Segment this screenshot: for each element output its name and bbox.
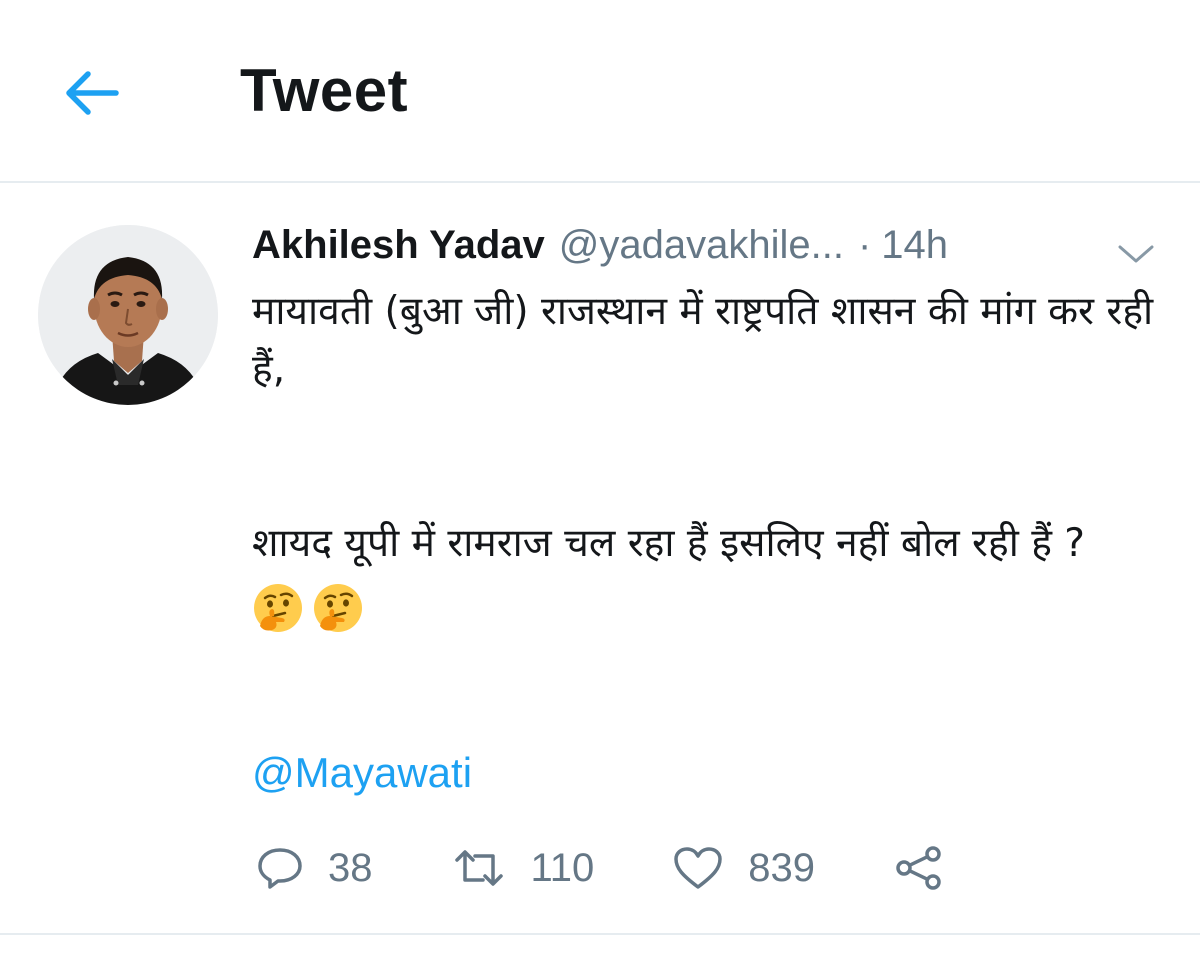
tweet-text-paragraph-2: शायद यूपी में रामराज चल रहा हैं इसलिए नह… <box>252 521 1086 566</box>
profile-photo <box>38 225 218 405</box>
tweet-header: Akhilesh Yadav @yadavakhile... · 14h <box>252 223 948 273</box>
tweet-actions: 38 110 839 <box>256 838 1023 898</box>
retweet-button[interactable]: 110 <box>451 845 595 891</box>
heart-icon <box>674 847 723 889</box>
tweet-text-paragraph-1: मायावती (बुआ जी) राजस्थान में राष्ट्रपति… <box>252 289 1154 392</box>
reply-icon <box>258 848 302 889</box>
tweet-timestamp[interactable]: 14h <box>881 223 948 268</box>
author-handle[interactable]: @yadavakhile... <box>559 223 844 268</box>
like-count: 839 <box>748 845 816 890</box>
arrow-left-icon <box>66 71 119 115</box>
reply-button[interactable]: 38 <box>256 846 373 891</box>
emoji-row <box>252 579 1162 637</box>
retweet-count: 110 <box>530 845 595 890</box>
app-header: Tweet <box>0 0 1200 183</box>
back-button[interactable] <box>56 58 126 128</box>
share-icon <box>896 846 941 890</box>
tweet-menu-button[interactable] <box>1116 239 1156 269</box>
separator-dot: · <box>857 223 872 267</box>
thinking-face-emoji <box>314 584 362 632</box>
mention-link[interactable]: @Mayawati <box>252 749 472 797</box>
like-button[interactable]: 839 <box>672 845 815 891</box>
thinking-face-emoji <box>254 584 302 632</box>
tweet-text: मायावती (बुआ जी) राजस्थान में राष्ट्रपति… <box>252 283 1162 637</box>
avatar[interactable] <box>38 225 218 405</box>
share-button[interactable] <box>893 845 945 891</box>
author-name[interactable]: Akhilesh Yadav <box>252 223 545 268</box>
divider <box>0 933 1200 935</box>
chevron-down-icon <box>1118 245 1154 263</box>
page-title: Tweet <box>240 57 409 124</box>
reply-count: 38 <box>328 845 373 890</box>
tweet-card[interactable]: Akhilesh Yadav @yadavakhile... · 14h माय… <box>0 183 1200 935</box>
retweet-icon <box>454 850 503 886</box>
